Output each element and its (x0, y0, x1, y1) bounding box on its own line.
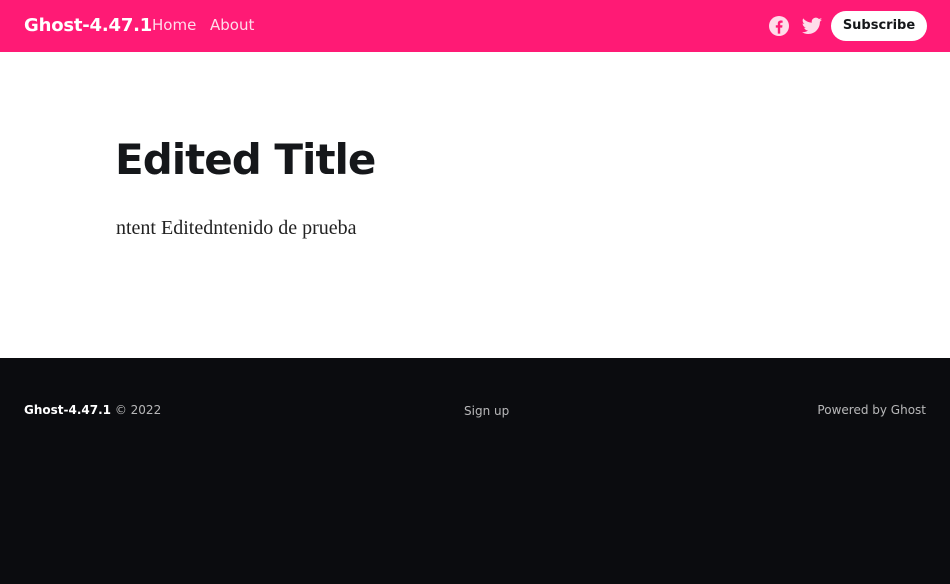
nav-home-link[interactable]: Home (152, 15, 196, 35)
twitter-icon[interactable] (801, 15, 823, 37)
site-brand-link[interactable]: Ghost-4.47.1 (24, 14, 152, 38)
subscribe-button[interactable]: Subscribe (831, 11, 927, 41)
facebook-icon[interactable] (768, 15, 790, 37)
footer-copyright-text: © 2022 (114, 403, 162, 417)
post-article: Edited Title ntent Editedntenido de prue… (0, 52, 950, 358)
powered-by-ghost-link[interactable]: Powered by Ghost (817, 402, 926, 418)
footer-signup-link[interactable]: Sign up (464, 403, 509, 419)
site-header: Ghost-4.47.1 Home About Subscribe (0, 0, 950, 52)
nav-about-link[interactable]: About (210, 15, 254, 35)
footer-brand-link[interactable]: Ghost-4.47.1 (24, 403, 111, 417)
footer-copyright: Ghost-4.47.1 © 2022 (24, 402, 161, 418)
post-title: Edited Title (115, 135, 376, 184)
post-content: ntent Editedntenido de prueba (116, 217, 357, 239)
site-footer: Ghost-4.47.1 © 2022 Sign up Powered by G… (0, 358, 950, 584)
